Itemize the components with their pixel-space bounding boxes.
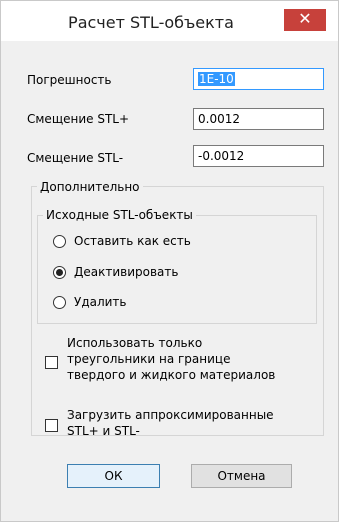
- source-stl-group-title: Исходные STL-объекты: [43, 208, 196, 222]
- cancel-button[interactable]: Отмена: [191, 464, 292, 488]
- offset-minus-label: Смещение STL-: [27, 151, 124, 165]
- checkbox-load-line2: STL+ и STL-: [67, 424, 140, 438]
- checkbox-load-line1: Загрузить аппроксимированные: [67, 408, 274, 422]
- radio-delete-indicator[interactable]: [53, 296, 66, 309]
- additional-group-title: Дополнительно: [37, 180, 143, 194]
- checkbox-load-label: Загрузить аппроксимированные STL+ и STL-: [67, 407, 274, 439]
- title-bar[interactable]: Расчет STL-объекта ✕: [1, 1, 338, 41]
- checkbox-boundary-line2: треугольники на границе: [67, 352, 231, 366]
- tolerance-value: 1E-10: [198, 72, 235, 86]
- offset-minus-value: -0.0012: [198, 149, 245, 163]
- checkbox-load-box[interactable]: [45, 419, 58, 432]
- radio-deactivate-indicator[interactable]: [53, 266, 66, 279]
- radio-selected-dot: [56, 269, 63, 276]
- close-button[interactable]: ✕: [284, 9, 326, 31]
- dialog-client-area: Погрешность 1E-10 Смещение STL+ 0.0012 С…: [9, 41, 330, 515]
- radio-delete-label: Удалить: [74, 295, 127, 309]
- ok-button[interactable]: ОК: [67, 464, 160, 488]
- offset-plus-label: Смещение STL+: [27, 112, 130, 126]
- checkbox-boundary-line1: Использовать только: [67, 336, 203, 350]
- checkbox-boundary-line3: твердого и жидкого материалов: [67, 368, 276, 382]
- offset-minus-input[interactable]: -0.0012: [193, 145, 324, 167]
- close-icon: ✕: [298, 9, 312, 28]
- offset-plus-value: 0.0012: [198, 112, 240, 126]
- radio-keep-label: Оставить как есть: [74, 234, 191, 248]
- dialog-title: Расчет STL-объекта: [68, 13, 234, 32]
- radio-keep-indicator[interactable]: [53, 235, 66, 248]
- offset-plus-input[interactable]: 0.0012: [193, 108, 324, 130]
- radio-deactivate-label: Деактивировать: [74, 265, 179, 279]
- tolerance-input[interactable]: 1E-10: [193, 68, 324, 90]
- tolerance-label: Погрешность: [27, 73, 112, 87]
- checkbox-boundary-label: Использовать только треугольники на гран…: [67, 335, 275, 383]
- stl-calculation-dialog: Расчет STL-объекта ✕ Погрешность 1E-10 С…: [0, 0, 339, 522]
- checkbox-boundary-box[interactable]: [45, 356, 58, 369]
